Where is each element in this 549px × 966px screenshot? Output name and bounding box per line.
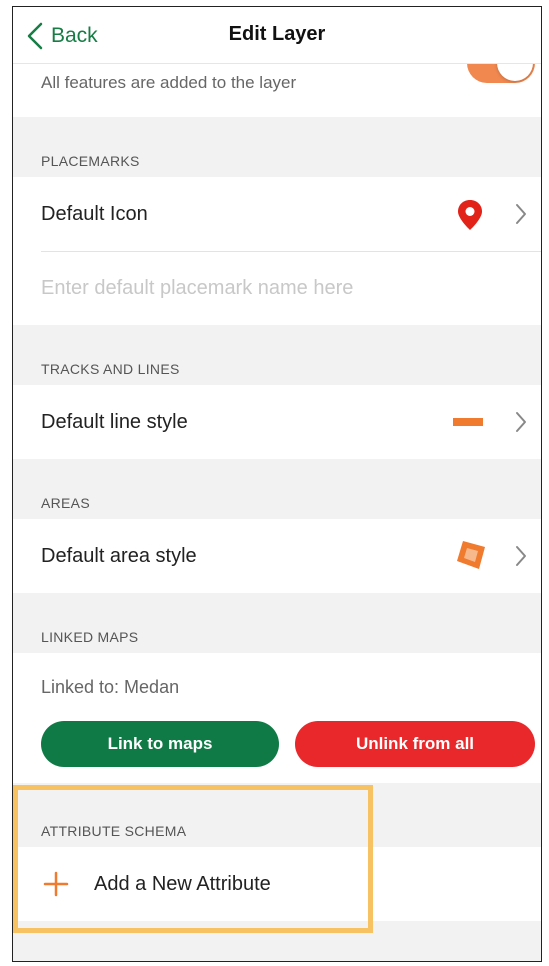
default-line-style-label: Default line style	[41, 411, 188, 433]
area-style-swatch-icon	[457, 541, 485, 569]
default-icon-row[interactable]: Default Icon	[13, 177, 541, 251]
navigation-bar: Back Edit Layer	[13, 7, 541, 64]
map-pin-icon	[458, 200, 482, 230]
unlink-from-all-button[interactable]: Unlink from all	[295, 721, 535, 767]
default-area-style-row[interactable]: Default area style	[13, 519, 541, 593]
section-header-tracks: TRACKS AND LINES	[41, 361, 180, 377]
placemark-name-input[interactable]: Enter default placemark name here	[41, 277, 353, 300]
default-line-style-row[interactable]: Default line style	[13, 385, 541, 459]
section-header-areas: AREAS	[41, 495, 90, 511]
divider	[41, 251, 541, 252]
linked-to-text: Linked to: Medan	[41, 677, 180, 697]
linked-maps-group: Linked to: Medan Link to maps Unlink fro…	[13, 653, 541, 783]
line-style-swatch-icon	[453, 418, 483, 426]
chevron-right-icon	[516, 412, 526, 432]
chevron-right-icon	[516, 204, 526, 224]
default-area-style-label: Default area style	[41, 545, 197, 567]
plus-icon	[43, 871, 69, 897]
app-frame: Back Edit Layer All features are added t…	[12, 6, 542, 962]
add-new-attribute-row[interactable]: Add a New Attribute	[13, 847, 541, 921]
chevron-right-icon	[516, 546, 526, 566]
page-title: Edit Layer	[228, 23, 326, 45]
link-to-maps-button[interactable]: Link to maps	[41, 721, 279, 767]
section-header-placemarks: PLACEMARKS	[41, 153, 140, 169]
section-header-linked-maps: LINKED MAPS	[41, 629, 139, 645]
section-header-attribute-schema: ATTRIBUTE SCHEMA	[41, 823, 187, 839]
default-icon-label: Default Icon	[41, 203, 148, 225]
placemarks-group: Default Icon Enter default placemark nam…	[13, 177, 541, 325]
add-new-attribute-label: Add a New Attribute	[94, 873, 271, 895]
setting-description: All features are added to the layer	[41, 73, 297, 92]
